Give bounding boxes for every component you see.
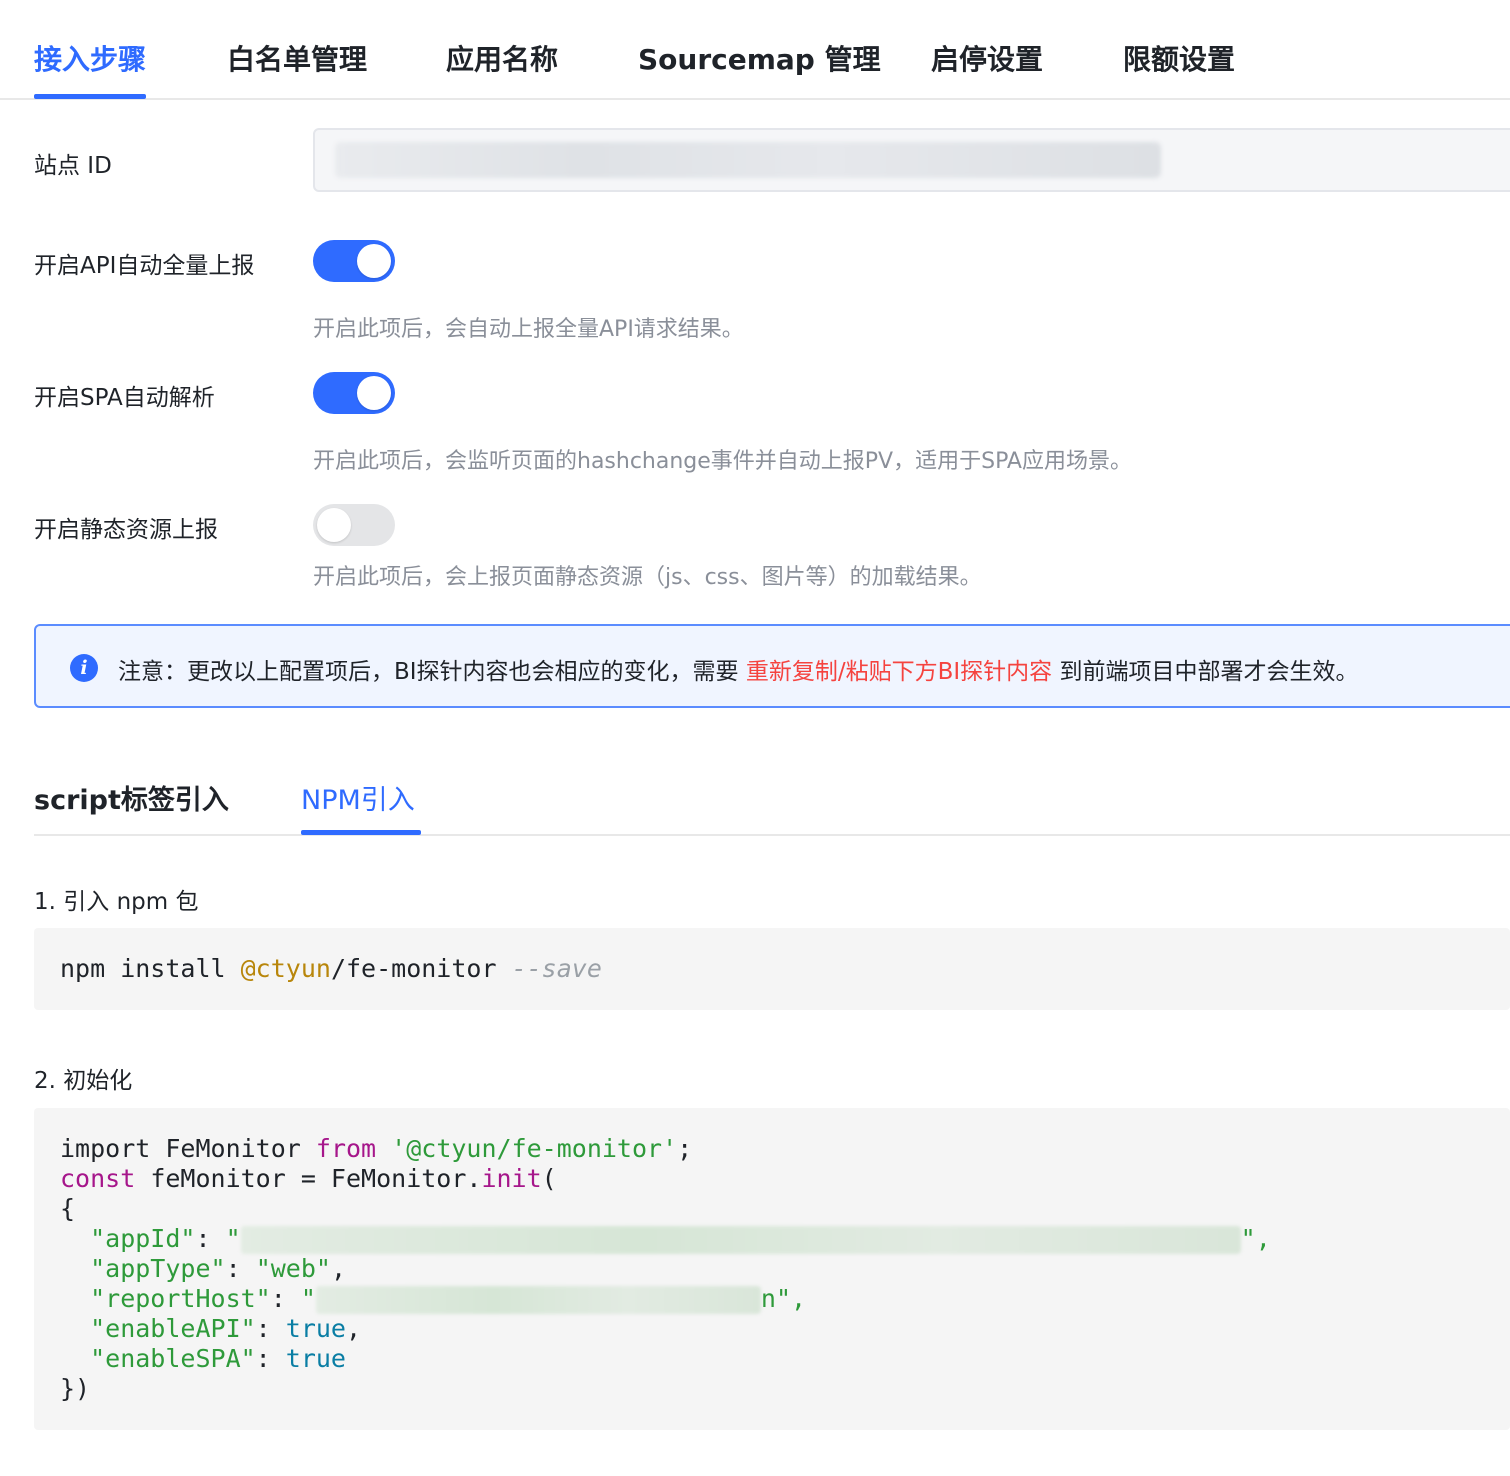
toggle-knob	[357, 244, 391, 278]
integration-tab-bar: script标签引入 NPM引入	[34, 770, 1510, 836]
site-id-field[interactable]	[313, 128, 1510, 192]
redacted-report-host	[315, 1286, 761, 1314]
step1-title: 1. 引入 npm 包	[34, 889, 199, 915]
static-report-help: 开启此项后，会上报页面静态资源（js、css、图片等）的加载结果。	[313, 565, 982, 590]
step2-title: 2. 初始化	[34, 1068, 133, 1094]
tab-script-tag[interactable]: script标签引入	[34, 778, 229, 817]
api-report-toggle[interactable]	[313, 240, 395, 282]
spa-parse-label: 开启SPA自动解析	[34, 385, 215, 411]
notice-text: 注意：更改以上配置项后，BI探针内容也会相应的变化，需要 重新复制/粘贴下方BI…	[118, 659, 1359, 685]
top-tab-bar: 接入步骤 白名单管理 应用名称 Sourcemap 管理 启停设置 限额设置	[0, 0, 1510, 100]
static-report-label: 开启静态资源上报	[34, 517, 218, 543]
site-id-label: 站点 ID	[34, 153, 112, 179]
spa-parse-toggle[interactable]	[313, 372, 395, 414]
npm-install-code[interactable]: npm install @ctyun/fe-monitor --save	[34, 928, 1510, 1010]
api-report-help: 开启此项后，会自动上报全量API请求结果。	[313, 317, 744, 342]
redacted-site-id	[335, 142, 1161, 178]
tab-access-steps[interactable]: 接入步骤	[34, 40, 146, 80]
api-report-label: 开启API自动全量上报	[34, 253, 255, 279]
tab-sourcemap[interactable]: Sourcemap 管理	[638, 40, 881, 80]
toggle-knob	[317, 508, 351, 542]
tab-npm[interactable]: NPM引入	[301, 778, 415, 817]
spa-parse-help: 开启此项后，会监听页面的hashchange事件并自动上报PV，适用于SPA应用…	[313, 449, 1132, 474]
active-subtab-indicator	[301, 830, 421, 835]
notice-highlight: 重新复制/粘贴下方BI探针内容	[745, 659, 1053, 685]
notice-banner: i 注意：更改以上配置项后，BI探针内容也会相应的变化，需要 重新复制/粘贴下方…	[34, 624, 1510, 708]
info-icon: i	[70, 654, 98, 682]
tab-quota[interactable]: 限额设置	[1123, 40, 1235, 80]
redacted-app-id	[240, 1226, 1241, 1254]
init-code[interactable]: import FeMonitor from '@ctyun/fe-monitor…	[34, 1108, 1510, 1430]
toggle-knob	[357, 376, 391, 410]
tab-whitelist[interactable]: 白名单管理	[227, 40, 367, 80]
static-report-toggle[interactable]	[313, 504, 395, 546]
tab-app-name[interactable]: 应用名称	[446, 40, 558, 80]
active-tab-indicator	[34, 94, 146, 99]
tab-start-stop[interactable]: 启停设置	[931, 40, 1043, 80]
